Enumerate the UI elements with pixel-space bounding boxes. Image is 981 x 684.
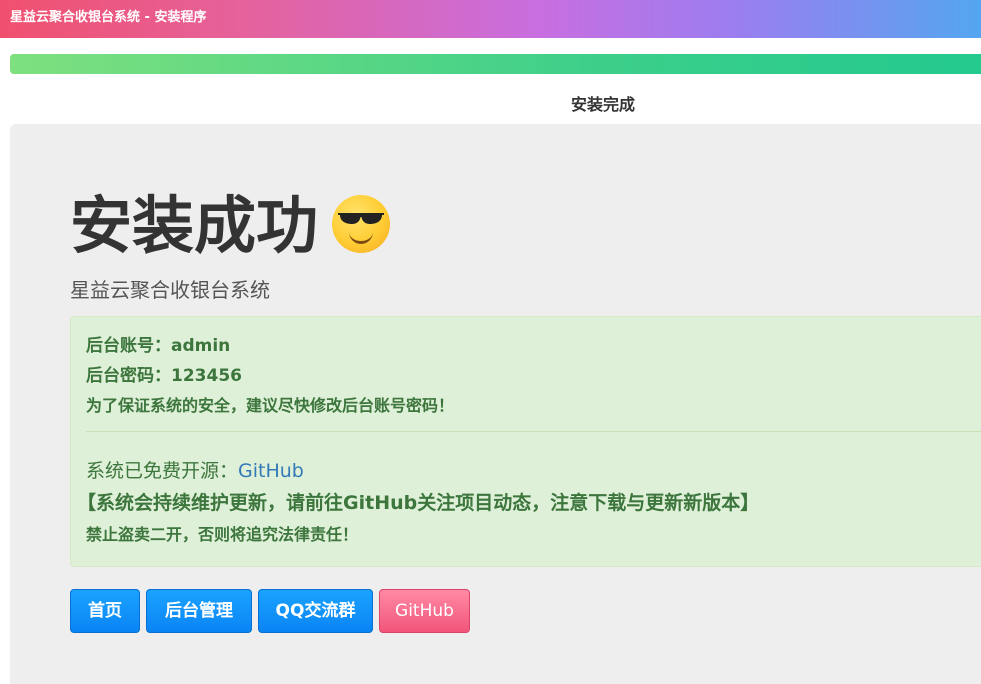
page-title-text: 安装成功	[70, 189, 319, 262]
window-title-bar: 星益云聚合收银台系统 - 安装程序	[0, 0, 981, 38]
window-title: 星益云聚合收银台系统 - 安装程序	[10, 10, 207, 25]
system-name: 星益云聚合收银台系统	[70, 278, 270, 302]
admin-panel-button[interactable]: 后台管理	[146, 589, 252, 633]
open-source-notice: 系统已免费开源：GitHub	[86, 456, 304, 483]
qq-group-button[interactable]: QQ交流群	[258, 589, 373, 633]
emoji-mouth	[349, 231, 374, 244]
alert-divider	[86, 431, 981, 432]
prohibit-resale-notice: 禁止盗卖二开，否则将追究法律责任！	[86, 525, 359, 544]
page-title: 安装成功	[70, 186, 391, 266]
admin-password-text: 后台密码：123456	[86, 366, 242, 386]
install-progress-fill	[10, 54, 981, 74]
maintenance-notice: 【系统会持续维护更新，请前往GitHub关注项目动态，注意下载与更新新版本】	[77, 492, 760, 514]
admin-account-text: 后台账号：admin	[86, 336, 231, 356]
smiling-face-with-sunglasses-icon	[332, 194, 391, 253]
install-progress-bar	[10, 54, 981, 74]
open-source-prefix: 系统已免费开源：	[86, 460, 239, 482]
install-step-label: 安装完成	[570, 95, 635, 114]
sunglasses-icon	[338, 212, 385, 224]
security-warning-text: 为了保证系统的安全，建议尽快修改后台账号密码！	[86, 396, 455, 415]
github-link[interactable]: GitHub	[238, 460, 304, 482]
success-panel: 安装成功 星益云聚合收银台系统 后台账号：admin 后台密码：123456 为…	[10, 124, 981, 684]
credentials-alert: 后台账号：admin 后台密码：123456 为了保证系统的安全，建议尽快修改后…	[70, 316, 981, 567]
home-button[interactable]: 首页	[70, 589, 140, 633]
github-button[interactable]: GitHub	[379, 589, 470, 633]
